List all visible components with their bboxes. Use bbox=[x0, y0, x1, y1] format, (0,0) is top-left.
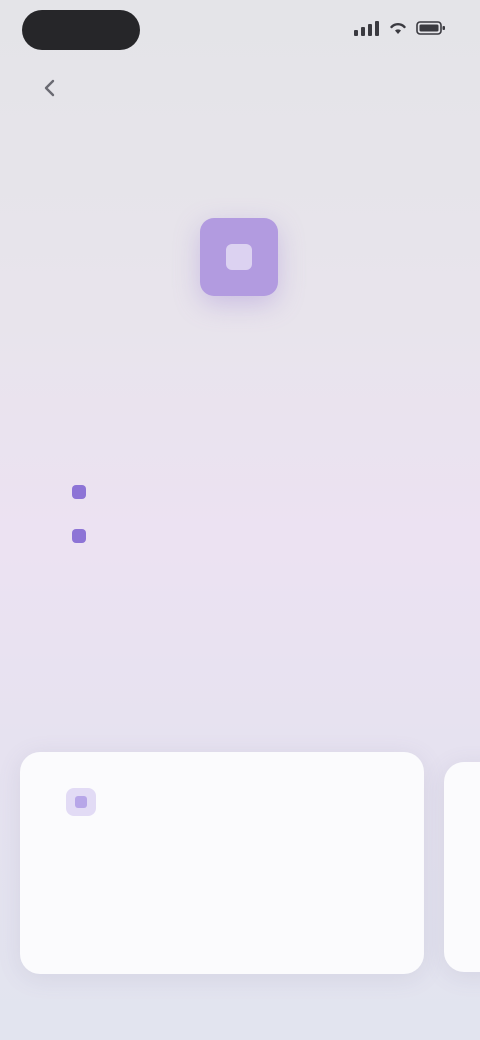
checklist-item bbox=[72, 514, 402, 558]
check-square-icon bbox=[72, 485, 86, 499]
chevron-left-icon bbox=[44, 79, 55, 97]
nav-bar bbox=[0, 62, 480, 112]
pending-marker-icon bbox=[72, 617, 86, 631]
status-time bbox=[22, 10, 140, 50]
pending-marker-icon bbox=[72, 573, 86, 587]
checklist-item bbox=[72, 602, 402, 646]
check-square-icon bbox=[72, 529, 86, 543]
info-icon bbox=[66, 788, 96, 816]
progress-checklist bbox=[72, 470, 402, 646]
status-icons bbox=[354, 20, 446, 36]
app-tile bbox=[200, 218, 278, 296]
wifi-icon bbox=[390, 23, 406, 34]
card-carousel[interactable] bbox=[0, 752, 480, 992]
checklist-item bbox=[72, 558, 402, 602]
back-button[interactable] bbox=[34, 72, 66, 104]
info-card[interactable] bbox=[20, 752, 424, 974]
next-card-peek[interactable] bbox=[444, 762, 480, 972]
battery-icon bbox=[416, 21, 445, 35]
checklist-item bbox=[72, 470, 402, 514]
signal-icon bbox=[354, 21, 379, 36]
status-bar bbox=[0, 0, 480, 64]
app-glyph-icon bbox=[226, 244, 252, 270]
